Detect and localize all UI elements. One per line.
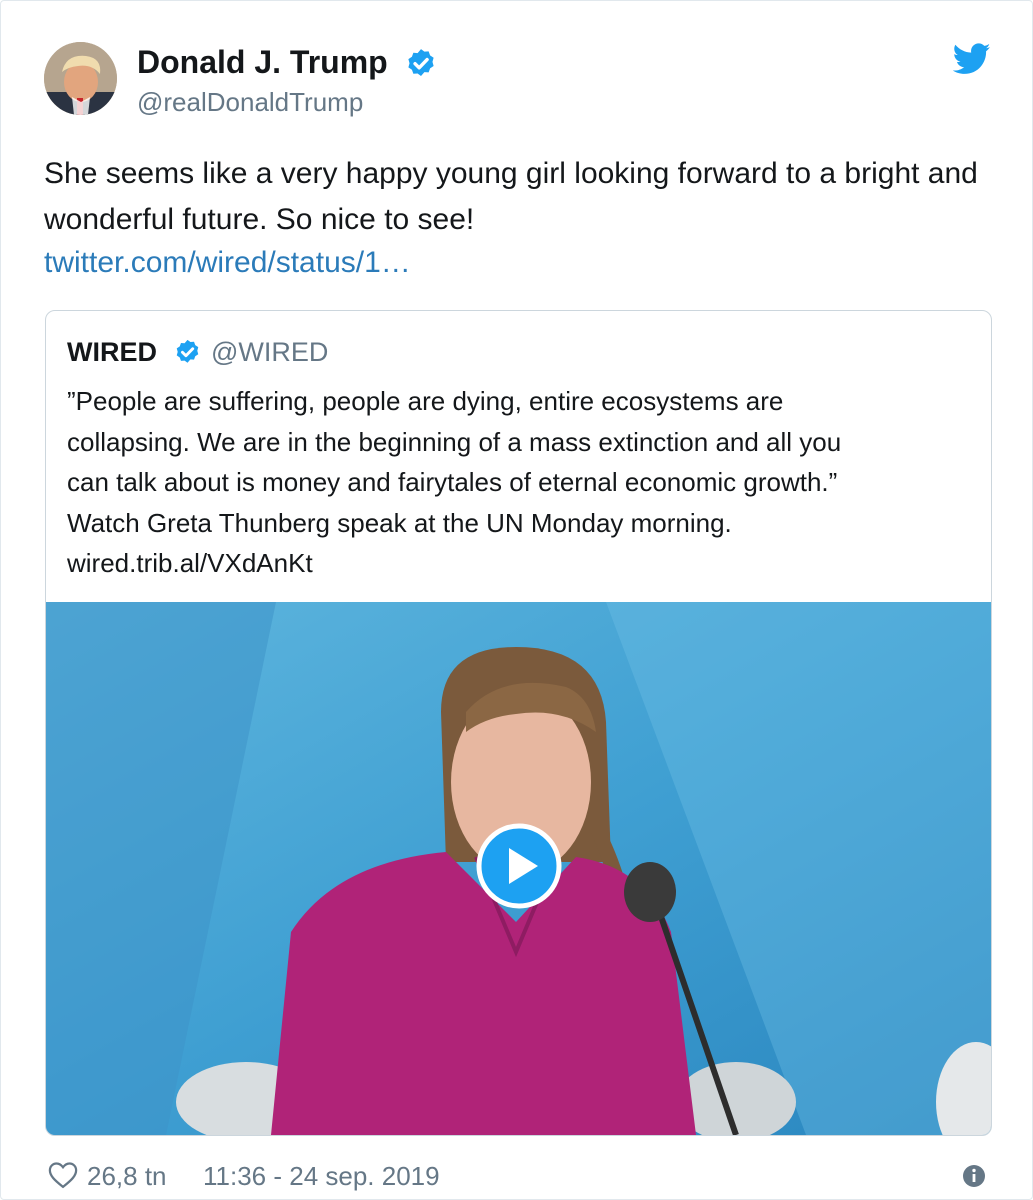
info-icon[interactable] [962, 1164, 986, 1188]
quoted-text-line: wired.trib.al/VXdAnKt [67, 548, 313, 578]
verified-badge-icon [408, 49, 434, 77]
author-name[interactable]: Donald J. Trump [137, 44, 388, 81]
like-count[interactable]: 26,8 tn [87, 1161, 167, 1192]
quoted-text-line: collapsing. We are in the beginning of a… [67, 426, 842, 457]
quoted-text-line: can talk about is money and fairytales o… [67, 467, 838, 497]
tweet-text: She seems like a very happy young girl l… [44, 157, 978, 236]
timestamp[interactable]: 11:36 - 24 sep. 2019 [203, 1161, 440, 1192]
tweet-link[interactable]: twitter.com/wired/status/1… [44, 246, 411, 280]
avatar[interactable] [44, 42, 117, 115]
twitter-bird-icon[interactable] [953, 43, 991, 75]
play-icon[interactable] [476, 823, 562, 909]
video-thumbnail[interactable] [46, 602, 991, 1135]
quoted-author-handle[interactable]: @WIRED [211, 337, 328, 368]
quoted-text-line: ”People are suffering, people are dying,… [67, 386, 784, 416]
tweet-card: Donald J. Trump @realDonaldTrump She see… [0, 0, 1033, 1200]
quoted-text-line: Watch Greta Thunberg speak at the UN Mon… [67, 507, 732, 538]
quoted-tweet-text: ”People are suffering, people are dying,… [67, 381, 967, 584]
quoted-author-name[interactable]: WIRED [67, 337, 157, 368]
verified-badge-icon [176, 339, 199, 363]
author-handle[interactable]: @realDonaldTrump [137, 87, 363, 118]
heart-icon[interactable] [48, 1161, 78, 1189]
quoted-tweet[interactable]: WIRED @WIRED ”People are suffering, peop… [45, 310, 992, 1136]
